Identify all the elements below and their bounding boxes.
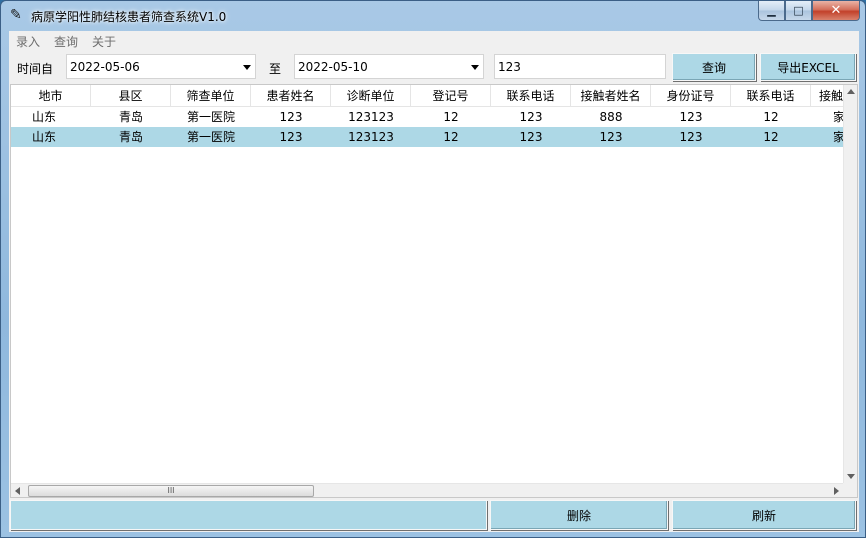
scrollbar-corner <box>843 483 857 497</box>
column-header[interactable]: 联系电话 <box>491 85 571 107</box>
to-date-label: 至 <box>269 62 282 76</box>
maximize-button[interactable]: □ <box>785 1 812 21</box>
from-date-label: 时间自 <box>17 62 54 76</box>
scroll-right-icon[interactable] <box>834 487 839 495</box>
table-cell: 12 <box>763 130 779 144</box>
menu-item-entry[interactable]: 录入 <box>16 33 40 50</box>
column-header[interactable]: 接触者姓名 <box>571 85 651 107</box>
table-cell: 123 <box>679 110 703 124</box>
menu-item-query[interactable]: 查询 <box>54 33 78 50</box>
query-button[interactable]: 查询 <box>672 53 756 81</box>
client-area: 录入 查询 关于 时间自 2022-05-06 至 2022-05-10 查询 … <box>9 31 859 532</box>
column-header[interactable]: 诊断单位 <box>331 85 411 107</box>
title-bar[interactable]: ✎ 病原学阳性肺结核患者筛查系统V1.0 ▁ □ ✕ <box>1 1 865 31</box>
from-date-combo[interactable]: 2022-05-06 <box>66 54 256 79</box>
table-cell: 123123 <box>348 110 394 124</box>
column-header[interactable]: 县区 <box>91 85 171 107</box>
table-cell: 888 <box>599 110 623 124</box>
table-header: 地市 县区 筛查单位 患者姓名 诊断单位 登记号 联系电话 接触者姓名 身份证号… <box>11 85 845 107</box>
table-cell: 青岛 <box>118 110 143 124</box>
table-cell: 青岛 <box>118 130 143 144</box>
from-date-value: 2022-05-06 <box>70 60 140 74</box>
status-panel <box>10 500 487 530</box>
table-cell: 123 <box>599 130 623 144</box>
to-date-combo[interactable]: 2022-05-10 <box>294 54 484 79</box>
filter-toolbar: 时间自 2022-05-06 至 2022-05-10 查询 导出EXCEL <box>9 51 859 83</box>
table-cell: 12 <box>443 130 459 144</box>
column-header[interactable]: 身份证号 <box>651 85 731 107</box>
delete-button[interactable]: 删除 <box>490 500 668 530</box>
horizontal-scroll-thumb[interactable]: III <box>28 485 314 497</box>
chevron-down-icon[interactable] <box>471 65 479 70</box>
column-header[interactable]: 筛查单位 <box>171 85 251 107</box>
results-table[interactable]: 地市 县区 筛查单位 患者姓名 诊断单位 登记号 联系电话 接触者姓名 身份证号… <box>10 84 858 498</box>
search-input[interactable] <box>495 55 665 78</box>
table-cell: 12 <box>763 110 779 124</box>
table-cell: 123 <box>679 130 703 144</box>
column-header[interactable]: 登记号 <box>411 85 491 107</box>
column-header[interactable]: 患者姓名 <box>251 85 331 107</box>
window-title: 病原学阳性肺结核患者筛查系统V1.0 <box>31 10 227 24</box>
column-header[interactable]: 联系电话 <box>731 85 811 107</box>
app-window: ✎ 病原学阳性肺结核患者筛查系统V1.0 ▁ □ ✕ 录入 查询 关于 时间自 … <box>0 0 866 538</box>
table-cell: 山东 <box>31 110 56 124</box>
close-icon: ✕ <box>830 3 842 18</box>
table-cell: 123 <box>279 110 303 124</box>
scroll-up-icon[interactable] <box>847 89 855 94</box>
table-cell: 第一医院 <box>186 130 235 144</box>
scroll-down-icon[interactable] <box>847 474 855 479</box>
to-date-value: 2022-05-10 <box>298 60 368 74</box>
minimize-icon: ▁ <box>767 4 776 17</box>
maximize-icon: □ <box>793 4 804 17</box>
table-cell: 家 <box>833 130 845 144</box>
column-header[interactable]: 接触 <box>811 85 845 107</box>
table-cell: 家 <box>833 110 845 124</box>
table-cell: 123 <box>279 130 303 144</box>
menu-item-about[interactable]: 关于 <box>92 33 116 50</box>
table-cell: 123123 <box>348 130 394 144</box>
table-cell: 12 <box>443 110 459 124</box>
table-cell: 123 <box>519 130 543 144</box>
table-cell: 第一医院 <box>186 110 235 124</box>
scroll-left-icon[interactable] <box>15 487 20 495</box>
vertical-scrollbar[interactable] <box>843 85 857 483</box>
export-excel-button[interactable]: 导出EXCEL <box>760 53 856 81</box>
menu-bar: 录入 查询 关于 <box>9 31 859 50</box>
search-input-box[interactable] <box>494 54 666 79</box>
feather-icon: ✎ <box>10 7 22 23</box>
table-row[interactable]: 山东 青岛 第一医院 123 123123 12 123 888 123 12 … <box>11 107 845 127</box>
chevron-down-icon[interactable] <box>243 65 251 70</box>
refresh-button[interactable]: 刷新 <box>672 500 856 530</box>
minimize-button[interactable]: ▁ <box>758 1 785 21</box>
horizontal-scrollbar[interactable]: III <box>11 483 843 497</box>
column-header[interactable]: 地市 <box>11 85 91 107</box>
table-cell: 山东 <box>31 130 56 144</box>
close-button[interactable]: ✕ <box>812 1 860 21</box>
table-row-selected[interactable]: 山东 青岛 第一医院 123 123123 12 123 123 123 12 … <box>11 127 845 147</box>
table-cell: 123 <box>519 110 543 124</box>
